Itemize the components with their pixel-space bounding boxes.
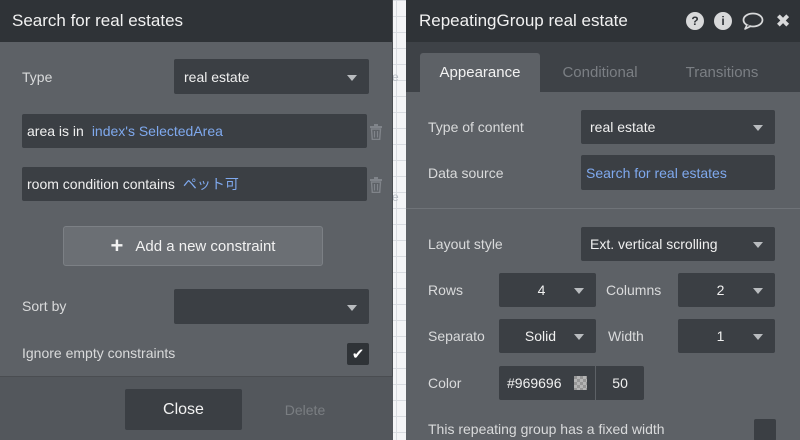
layout-style-value: Ext. vertical scrolling (590, 236, 718, 252)
tab-bar: Appearance Conditional Transitions (406, 42, 800, 92)
panel-footer: Close Delete (0, 376, 393, 440)
color-hex-value[interactable]: #969696 (507, 375, 562, 391)
canvas-fragment: e (392, 70, 399, 84)
chevron-down-icon (753, 125, 763, 131)
color-label: Color (428, 375, 462, 391)
constraint-row[interactable]: area is in index's SelectedArea (22, 114, 367, 148)
ignore-empty-label: Ignore empty constraints (22, 345, 176, 361)
type-dropdown[interactable]: real estate (174, 59, 369, 94)
chevron-down-icon (753, 334, 763, 340)
data-source-field[interactable]: Search for real estates (581, 155, 775, 190)
panel-title: Search for real estates (0, 0, 392, 42)
tab-conditional[interactable]: Conditional (546, 53, 654, 92)
layout-style-dropdown[interactable]: Ext. vertical scrolling (581, 227, 775, 261)
chevron-down-icon (574, 334, 584, 340)
comment-icon[interactable] (742, 12, 764, 30)
add-constraint-label: Add a new constraint (135, 237, 276, 255)
add-constraint-button[interactable]: + Add a new constraint (63, 226, 323, 266)
element-property-panel: RepeatingGroup real estate ? i ✖ Appeara… (406, 0, 800, 440)
plus-icon: + (110, 233, 124, 258)
tab-transitions[interactable]: Transitions (668, 53, 776, 92)
constraint-value[interactable]: index's SelectedArea (92, 123, 223, 139)
info-icon[interactable]: i (714, 12, 732, 30)
constraint-field: area is in (27, 123, 84, 139)
color-opacity-value[interactable]: 50 (595, 366, 644, 400)
columns-value: 2 (716, 282, 725, 298)
trash-icon[interactable] (369, 124, 383, 140)
close-icon[interactable]: ✖ (774, 11, 792, 31)
constraint-value[interactable]: ペット可 (183, 174, 239, 194)
panel-title: RepeatingGroup real estate (419, 11, 628, 30)
data-source-label: Data source (428, 165, 504, 181)
checkmark-icon: ✔ (351, 346, 365, 363)
type-label: Type (22, 69, 53, 85)
close-button[interactable]: Close (125, 389, 242, 430)
columns-dropdown[interactable]: 2 (678, 273, 775, 307)
type-of-content-label: Type of content (428, 119, 524, 135)
width-dropdown[interactable]: 1 (678, 319, 775, 353)
separator-dropdown[interactable]: Solid (499, 319, 596, 353)
color-picker[interactable]: #969696 50 (499, 366, 644, 400)
constraint-row[interactable]: room condition contains ペット可 (22, 167, 367, 201)
fixed-width-label: This repeating group has a fixed width (428, 421, 665, 437)
rows-label: Rows (428, 282, 464, 298)
chevron-down-icon (574, 288, 584, 294)
help-icon[interactable]: ? (686, 12, 704, 30)
separator-value: Solid (524, 328, 557, 344)
layout-style-label: Layout style (428, 236, 503, 252)
divider (406, 208, 800, 209)
trash-icon[interactable] (369, 177, 383, 193)
chevron-down-icon (753, 242, 763, 248)
ignore-empty-checkbox[interactable]: ✔ (347, 343, 369, 365)
panel-header: RepeatingGroup real estate ? i ✖ (406, 0, 800, 42)
width-value: 1 (716, 328, 725, 344)
rows-dropdown[interactable]: 4 (499, 273, 596, 307)
tab-appearance[interactable]: Appearance (420, 53, 540, 92)
color-swatch[interactable] (573, 376, 588, 390)
data-source-value: Search for real estates (586, 164, 727, 181)
type-of-content-dropdown[interactable]: real estate (581, 110, 775, 144)
type-of-content-value: real estate (590, 119, 656, 135)
chevron-down-icon (347, 74, 357, 81)
sort-by-dropdown[interactable] (174, 289, 369, 324)
chevron-down-icon (347, 304, 357, 311)
constraint-field: room condition contains (27, 176, 175, 192)
rows-value: 4 (537, 282, 546, 298)
separator-label: Separato (428, 328, 485, 344)
delete-button[interactable]: Delete (265, 389, 345, 430)
canvas-fragment: e (392, 190, 399, 204)
columns-label: Columns (606, 282, 662, 298)
type-value: real estate (184, 68, 250, 85)
width-label: Width (608, 328, 644, 344)
sort-by-label: Sort by (22, 298, 67, 314)
chevron-down-icon (753, 288, 763, 294)
search-editor-panel: Search for real estates Type real estate… (0, 0, 393, 440)
fixed-width-checkbox[interactable] (754, 419, 776, 440)
